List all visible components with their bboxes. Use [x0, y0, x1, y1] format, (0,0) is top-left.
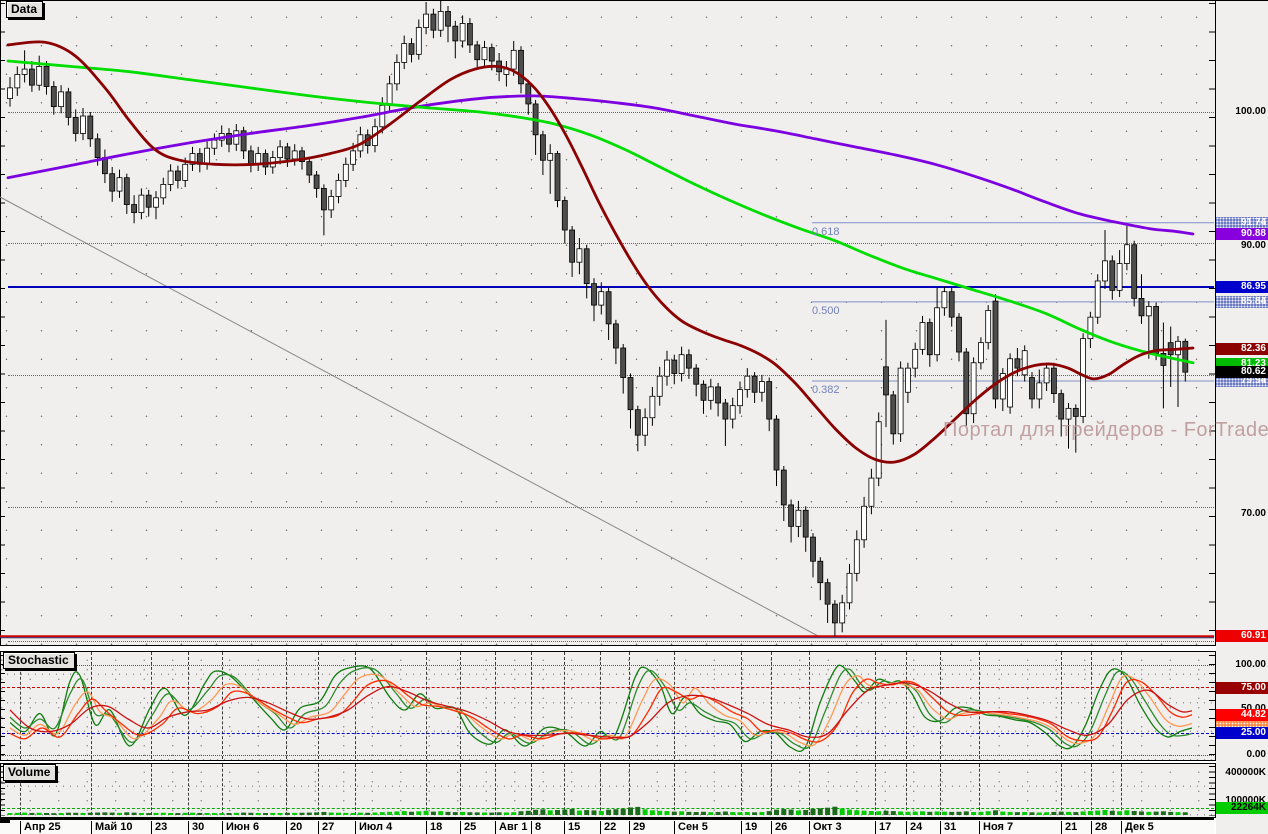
period-separator	[318, 652, 319, 759]
axis-ticks	[1209, 3, 1215, 644]
period-separator	[188, 652, 189, 759]
period-separator	[151, 652, 152, 759]
period-separator	[1121, 652, 1122, 759]
date-label: 22	[600, 821, 616, 834]
tab-data[interactable]: Data	[6, 1, 44, 18]
date-label: 19	[741, 821, 757, 834]
price-flag-60.91: 60.91	[1216, 630, 1268, 642]
date-label: 17	[875, 821, 891, 834]
stoch-flag-44.82: 44.82	[1216, 709, 1268, 721]
gridline-70	[8, 507, 1214, 508]
date-label: 18	[426, 821, 442, 834]
period-separator	[979, 652, 980, 759]
trading-chart-window: Data Stochastic Volume Портал для трейде…	[0, 0, 1268, 834]
date-label: 20	[286, 821, 302, 834]
period-separator	[222, 652, 223, 759]
date-label: 27	[318, 821, 334, 834]
window-top-border	[0, 0, 1268, 1]
gridline-90	[8, 243, 1214, 244]
date-label: 30	[188, 821, 204, 834]
axis-ticks	[1209, 766, 1215, 816]
price-flag-80.62: 80.62	[1216, 366, 1268, 378]
period-separator	[600, 652, 601, 759]
stoch-flag-25.00: 25.00	[1216, 727, 1268, 739]
date-label: 21	[1061, 821, 1077, 834]
period-separator	[1061, 652, 1062, 759]
axis-ticks	[0, 655, 5, 759]
period-separator	[875, 652, 876, 759]
volume-tick-label: 400000K	[1225, 767, 1266, 778]
stoch-overbought-line	[2, 687, 1214, 688]
date-label: Окт 3	[809, 821, 842, 834]
date-axis: Апр 25 Май 10 23 30 Июн 6 20 27 Июл 4 18 25 Авг 1 8…	[0, 818, 1214, 834]
date-label: 25	[460, 821, 476, 834]
price-tick-label: 90.00	[1240, 240, 1266, 251]
date-label: 23	[151, 821, 167, 834]
fortrader-watermark: Портал для трейдеров - ForTrader.ru	[943, 419, 1268, 441]
fib-label-0.618: 0.618	[812, 225, 840, 238]
period-separator	[91, 652, 92, 759]
period-separator	[771, 652, 772, 759]
period-separator	[674, 652, 675, 759]
tab-stochastic[interactable]: Stochastic	[3, 652, 75, 669]
gridline-80	[8, 375, 1214, 376]
axis-corner-box	[0, 818, 10, 823]
date-label: Дек 5	[1121, 821, 1154, 834]
date-label: Сен 5	[674, 821, 708, 834]
date-label: Июл 4	[355, 821, 392, 834]
axis-ticks	[1209, 655, 1215, 759]
stoch-100-row	[2, 665, 1214, 666]
stochastic-panel	[0, 651, 1216, 761]
tab-volume[interactable]: Volume	[3, 764, 57, 781]
period-separator	[531, 652, 532, 759]
period-separator	[940, 652, 941, 759]
stoch-flag-75.00: 75.00	[1216, 682, 1268, 694]
price-flag-90.88: 90.88	[1216, 228, 1268, 240]
period-separator	[629, 652, 630, 759]
date-label: Июн 6	[222, 821, 259, 834]
volume-flag: 22264K	[1216, 802, 1268, 814]
stoch-0-row	[2, 755, 1214, 756]
stoch-oversold-line	[2, 733, 1214, 734]
period-separator	[495, 652, 496, 759]
price-panel	[0, 0, 1216, 646]
period-separator	[355, 652, 356, 759]
volume-level-line	[2, 808, 1214, 809]
date-label: 29	[629, 821, 645, 834]
fib-label-0.500: 0.500	[812, 304, 840, 317]
date-label: 28	[1091, 821, 1107, 834]
period-separator	[809, 652, 810, 759]
price-flag-82.36: 82.36	[1216, 343, 1268, 355]
period-separator	[426, 652, 427, 759]
period-separator	[564, 652, 565, 759]
gridline-100	[8, 112, 1214, 113]
price-flag-86.95: 86.95	[1216, 281, 1268, 293]
date-label: 26	[771, 821, 787, 834]
gridline-60	[8, 641, 1214, 642]
period-separator	[1091, 652, 1092, 759]
volume-panel	[0, 763, 1216, 818]
stoch-tick-label: 0.00	[1246, 749, 1266, 760]
date-label: 31	[940, 821, 956, 834]
axis-ticks	[0, 3, 5, 644]
period-separator	[906, 652, 907, 759]
fib-label-0.382: 0.382	[812, 384, 840, 396]
date-label: Авг 1	[495, 821, 527, 834]
stoch-tick-label: 100.00	[1235, 659, 1266, 670]
price-tick-label: 70.00	[1240, 508, 1266, 519]
date-label: Май 10	[91, 821, 132, 834]
date-label: 15	[564, 821, 580, 834]
period-separator	[741, 652, 742, 759]
period-separator	[460, 652, 461, 759]
date-label: Ноя 7	[979, 821, 1013, 834]
price-flag-85.84: 85.84	[1216, 296, 1268, 308]
date-label: Апр 25	[20, 821, 61, 834]
date-label: 8	[531, 821, 541, 834]
date-label: 24	[906, 821, 922, 834]
price-tick-label: 100.00	[1235, 106, 1266, 117]
period-separator	[286, 652, 287, 759]
